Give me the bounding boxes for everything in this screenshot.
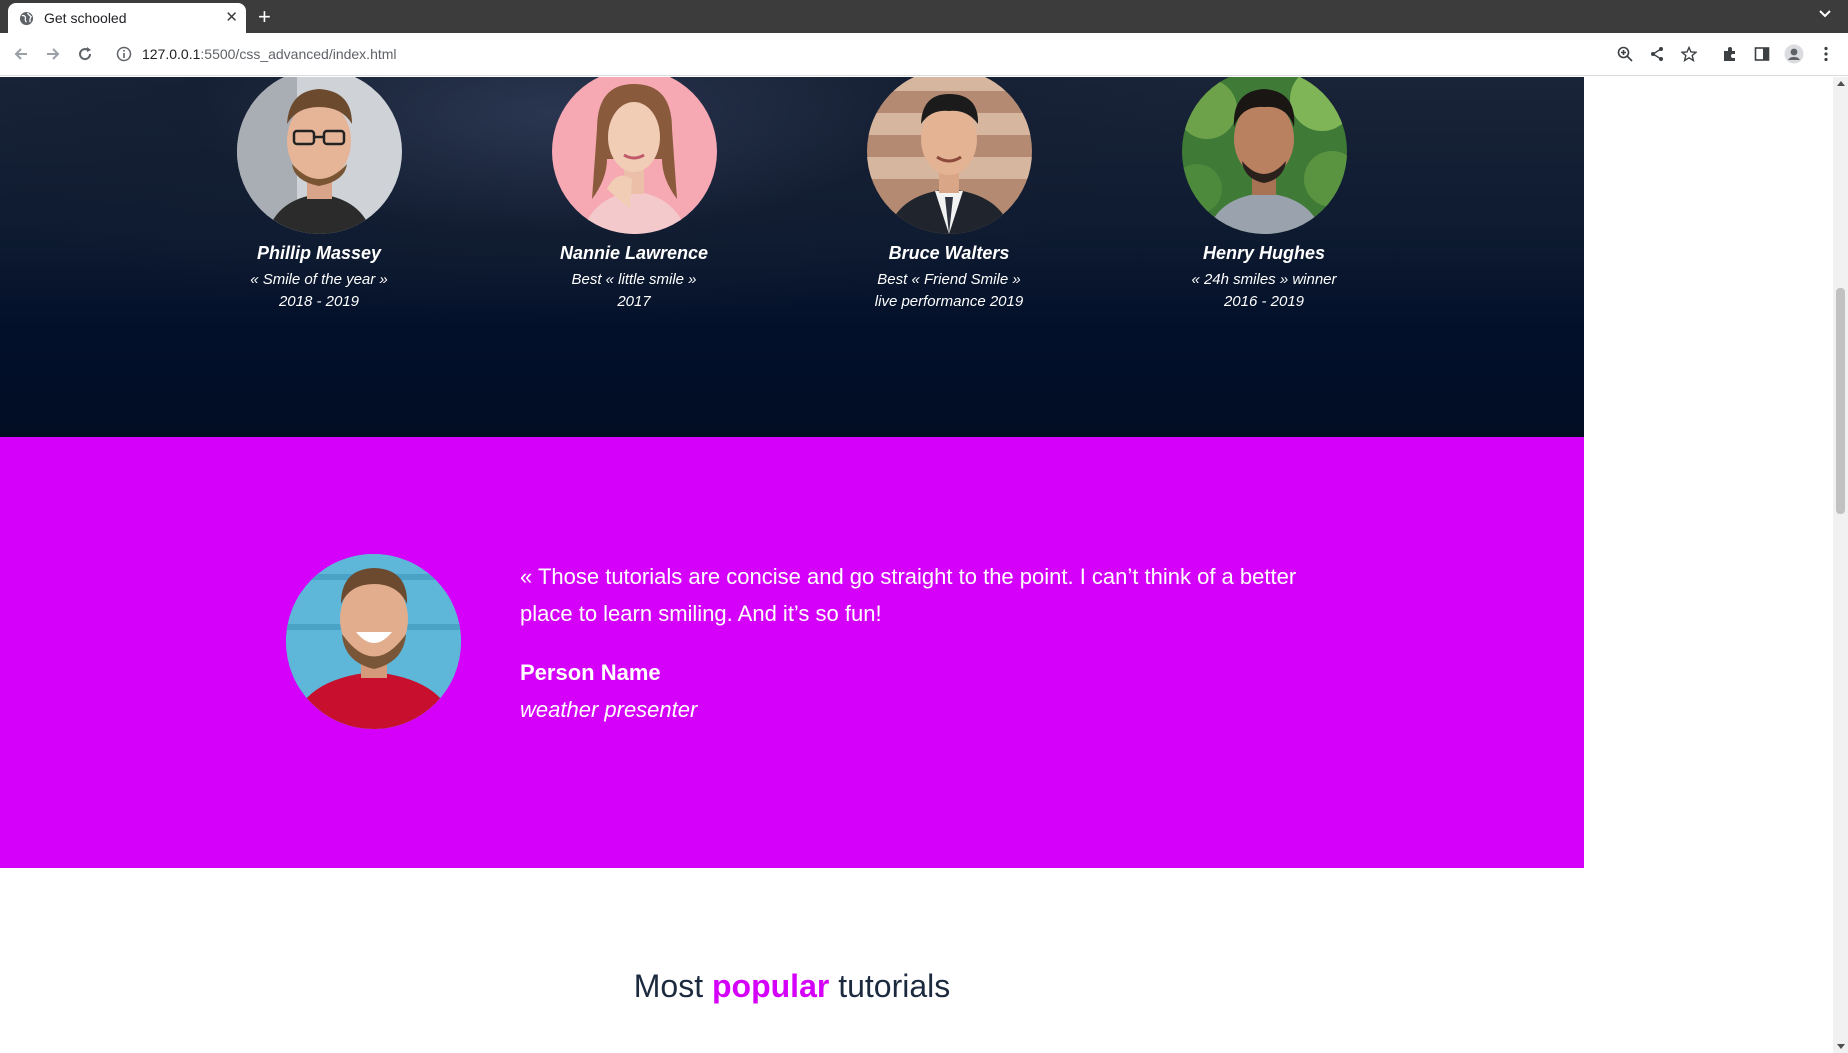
address-bar[interactable]: 127.0.0.1:5500/css_advanced/index.html [110, 38, 1580, 71]
reload-button[interactable] [74, 43, 96, 65]
url-text: 127.0.0.1:5500/css_advanced/index.html [142, 46, 397, 62]
team-member-card: Nannie Lawrence Best « little smile » 20… [514, 77, 754, 313]
member-photo [866, 77, 1032, 234]
member-award: « 24h smiles » winner 2016 - 2019 [1144, 269, 1384, 313]
new-tab-icon[interactable]: + [258, 4, 271, 30]
section-title: Most popular tutorials [0, 968, 1584, 1005]
member-photo [236, 77, 402, 234]
member-award: Best « little smile » 2017 [514, 269, 754, 313]
award-years: 2018 - 2019 [278, 293, 360, 310]
testimonial-avatar [286, 554, 461, 729]
member-name: Phillip Massey [256, 243, 382, 263]
share-icon [1651, 47, 1663, 61]
arrow-left-icon [14, 48, 27, 60]
award-line: Best « little smile » [571, 271, 697, 288]
member-photo [1181, 77, 1347, 234]
share-button[interactable] [1647, 44, 1667, 64]
team-section: Phillip Massey « Smile of the year » 201… [0, 77, 1584, 437]
menu-button[interactable] [1816, 44, 1836, 64]
scroll-up-arrow-icon[interactable] [1837, 81, 1845, 86]
member-name: Nannie Lawrence [559, 243, 709, 263]
close-tab-icon[interactable]: ✕ [225, 9, 238, 27]
back-button[interactable] [10, 43, 32, 65]
member-name: Henry Hughes [1202, 243, 1326, 263]
testimonial-section: « Those tutorials are concise and go str… [0, 437, 1584, 868]
puzzle-icon [1724, 47, 1735, 61]
zoom-button[interactable] [1615, 44, 1635, 64]
testimonial-person-role: weather presenter [520, 697, 698, 722]
award-years: 2016 - 2019 [1223, 293, 1305, 310]
extensions-button[interactable] [1720, 44, 1740, 64]
title-text: tutorials [838, 968, 951, 1004]
globe-icon [19, 11, 34, 26]
member-award: « Smile of the year » 2018 - 2019 [199, 269, 439, 313]
award-years: live performance 2019 [874, 293, 1024, 310]
browser-tab-bar: Get schooled ✕ + [0, 0, 1848, 33]
arrow-right-icon [47, 48, 60, 60]
avatar-icon [1784, 44, 1804, 64]
reload-icon [79, 47, 92, 61]
kebab-menu-icon [1824, 46, 1828, 62]
profile-button[interactable] [1784, 44, 1804, 64]
info-icon[interactable] [116, 46, 132, 62]
chevron-down-icon[interactable] [1818, 7, 1832, 21]
scroll-down-arrow-icon[interactable] [1837, 1044, 1845, 1049]
scrollbar-thumb[interactable] [1836, 288, 1845, 514]
team-member-card: Bruce Walters Best « Friend Smile » live… [829, 77, 1069, 313]
star-icon [1681, 46, 1697, 62]
member-award: Best « Friend Smile » live performance 2… [829, 269, 1069, 313]
popular-tutorials-section: Most popular tutorials [0, 868, 1584, 1053]
tab-title: Get schooled [44, 10, 127, 26]
page-viewport: Phillip Massey « Smile of the year » 201… [0, 77, 1833, 1053]
team-member-card: Phillip Massey « Smile of the year » 201… [199, 77, 439, 313]
award-line: « 24h smiles » winner [1191, 271, 1337, 288]
testimonial-person-name: Person Name [520, 660, 661, 685]
bookmark-button[interactable] [1679, 44, 1699, 64]
title-text: Most [633, 968, 704, 1004]
award-line: « Smile of the year » [250, 271, 388, 288]
testimonial-quote: « Those tutorials are concise and go str… [520, 564, 1297, 626]
team-member-card: Henry Hughes « 24h smiles » winner 2016 … [1144, 77, 1384, 313]
award-years: 2017 [617, 293, 651, 310]
browser-tab[interactable]: Get schooled ✕ [8, 3, 246, 33]
member-photo [551, 77, 717, 234]
browser-toolbar: 127.0.0.1:5500/css_advanced/index.html [0, 33, 1848, 76]
award-line: Best « Friend Smile » [877, 271, 1021, 288]
forward-button[interactable] [42, 43, 64, 65]
side-panel-button[interactable] [1752, 44, 1772, 64]
title-accent: popular [711, 968, 830, 1004]
side-panel-icon [1754, 47, 1770, 61]
member-name: Bruce Walters [888, 243, 1010, 263]
vertical-scrollbar[interactable] [1833, 77, 1848, 1053]
zoom-icon [1617, 46, 1633, 62]
